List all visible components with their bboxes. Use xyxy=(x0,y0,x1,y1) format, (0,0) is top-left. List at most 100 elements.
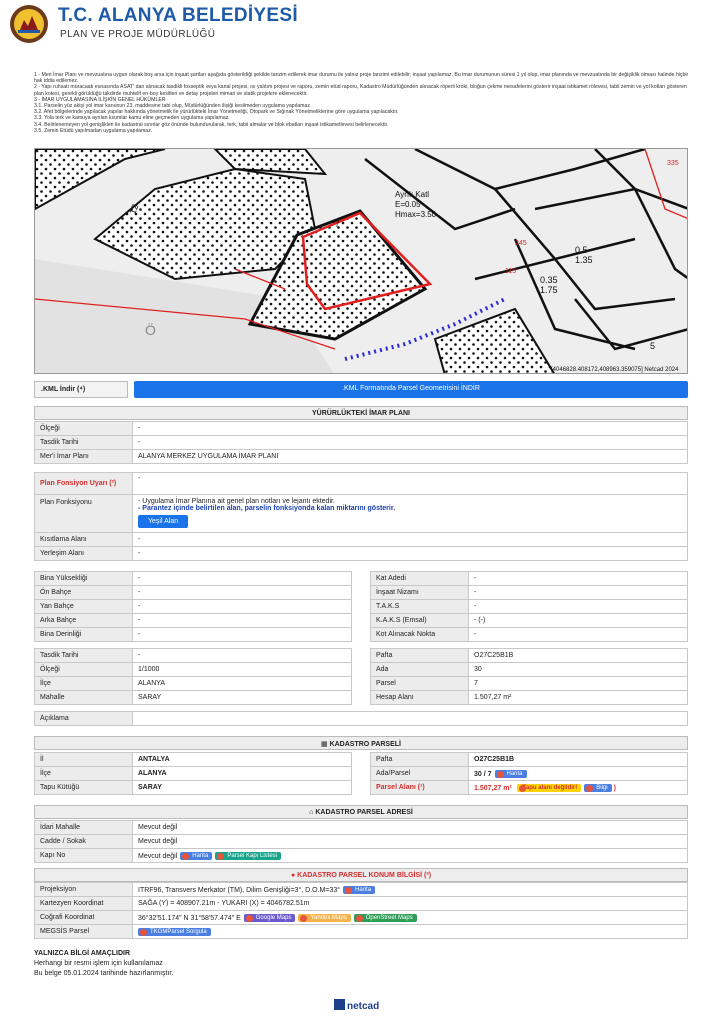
table-row: Kartezyen Koordinat SAĞA (Y) = 408907.21m… xyxy=(34,896,688,911)
netcad-mark-icon xyxy=(334,999,345,1010)
yapi-label: Yan Bahçe xyxy=(34,599,133,614)
google-maps-button[interactable]: Google Maps xyxy=(243,913,296,922)
imar-section-heading: YÜRÜRLÜKTEKİ İMAR PLANI xyxy=(34,406,688,420)
kart-label: Kartezyen Koordinat xyxy=(34,896,133,911)
fonksiyon-uyari-label: Plan Fonsiyon Uyarı (²) xyxy=(40,480,117,487)
alan-close: ) xyxy=(613,784,616,792)
kadastro-right-table: Pafta O27C25B1B Ada/Parsel 30 / 7 Harita Pa… xyxy=(370,752,688,795)
org-title: T.C. ALANYA BELEDİYESİ xyxy=(58,5,298,26)
aciklama-value xyxy=(132,711,688,726)
proj-harita-button[interactable]: Harita xyxy=(343,885,376,894)
table-row: Bina Yüksekliği - xyxy=(34,571,352,586)
table-row: T.A.K.S - xyxy=(370,599,688,614)
yapi-label: Kot Alınacak Nokta xyxy=(370,627,469,642)
il-label: İl xyxy=(34,752,133,767)
ada-label: Ada/Parsel xyxy=(370,766,469,781)
table-row: Kapı No Mevcut değil Harita Parsel Kapı Lis… xyxy=(34,848,688,863)
yandex-maps-button[interactable]: Yandex Maps xyxy=(298,913,351,922)
tapu-label: Tapu Kütüğü xyxy=(34,780,133,795)
table-row: Hesap Alanı 1.507,27 m² xyxy=(370,690,688,705)
map-label-o: Ö xyxy=(145,321,156,338)
table-row: Ön Bahçe - xyxy=(34,585,352,600)
pafta-value: 1.507,27 m² xyxy=(468,690,688,705)
table-row: İnşaat Nizamı - xyxy=(370,585,688,600)
pafta-label: Tasdik Tarihi xyxy=(34,648,133,663)
map-label-emsal: E=0.05 xyxy=(395,200,421,209)
yapi-value: - xyxy=(132,613,352,628)
yesil-alan-button[interactable]: Yeşil Alan xyxy=(138,515,189,528)
pafta-left-table: Tasdik Tarihi - Ölçeği 1/1000 İlçe ALANYA M… xyxy=(34,648,352,705)
map-label-hmax: Hmax=3.50 xyxy=(395,210,437,219)
imar-value: - xyxy=(132,421,688,436)
yapi-value: - xyxy=(132,585,352,600)
yapi-label: Ön Bahçe xyxy=(34,585,133,600)
map-coords: [4046828.408172,408963.359075] Netcad 20… xyxy=(551,367,679,373)
imar-value: ALANYA MERKEZ UYGULAMA İMAR PLANI xyxy=(132,449,688,464)
kadastro-left-table: İl ANTALYA İlçe ALANYA Tapu Kütüğü SARAY xyxy=(34,752,352,795)
bilgi-button[interactable]: Bilgi xyxy=(584,783,612,792)
note-line: 1 - Meri İmar Planı ve mevzuatına uygun … xyxy=(34,72,689,85)
yapi-label: Arka Bahçe xyxy=(34,613,133,628)
table-row: Ölçeği - xyxy=(34,421,688,436)
pafta-label: İlçe xyxy=(34,676,133,691)
pafta-label: Parsel xyxy=(370,676,469,691)
fonksiyon-label: Plan Fonksiyonu xyxy=(34,494,133,533)
imar-label: Tasdik Tarihi xyxy=(34,435,133,450)
adres-value: Mevcut değil xyxy=(138,852,178,860)
aciklama-label: Açıklama xyxy=(34,711,133,726)
page-header: T.C. ALANYA BELEDİYESİ PLAN VE PROJE MÜD… xyxy=(6,4,718,46)
konum-table: Projeksiyon ITRF96, Transvers Merkator (T… xyxy=(34,882,688,939)
adres-value: Mevcut değil xyxy=(132,820,688,835)
adres-label: İdari Mahalle xyxy=(34,820,133,835)
yerlesim-value: - xyxy=(132,546,688,561)
pafta-value: O27C25B1B xyxy=(468,648,688,663)
kml-download-button[interactable]: .KML Formatında Parsel Geometrisini İNDİ… xyxy=(134,381,688,398)
table-row: Cadde / Sokak Mevcut değil xyxy=(34,834,688,849)
yapi-label: Bina Yüksekliği xyxy=(34,571,133,586)
imar-table: Ölçeği - Tasdik Tarihi - Mer'i İmar Plan… xyxy=(34,421,688,464)
kml-download-link[interactable]: .KML İndir (⁴) xyxy=(34,381,128,398)
ada-harita-button[interactable]: Harita xyxy=(494,769,527,778)
yapi-right-table: Kat Adedi - İnşaat Nizamı - T.A.K.S - K.A.K… xyxy=(370,571,688,642)
parcel-map[interactable]: Ayrık Katl E=0.05 Hmax=3.50 12 Ö 7 0.35 … xyxy=(34,148,688,374)
table-row: Plan Fonsiyon Uyarı (²) - xyxy=(34,472,688,495)
table-row: İlçe ALANYA xyxy=(34,766,352,781)
fonksiyon-line2: - Parantez içinde belirtilen alan, parse… xyxy=(138,505,396,512)
pafta-label: Ada xyxy=(370,662,469,677)
kadastro-section-heading: ▦ KADASTRO PARSELİ xyxy=(34,736,688,750)
aciklama-table: Açıklama xyxy=(34,711,688,726)
kml-row: .KML İndir (⁴) .KML Formatında Parsel Ge… xyxy=(34,381,688,398)
pafta-label: Mahalle xyxy=(34,690,133,705)
table-row: Yan Bahçe - xyxy=(34,599,352,614)
yapi-value: - xyxy=(132,571,352,586)
map-canvas: Ayrık Katl E=0.05 Hmax=3.50 12 Ö 7 0.35 … xyxy=(35,149,687,373)
table-row: Ada/Parsel 30 / 7 Harita xyxy=(370,766,688,781)
table-row: Projeksiyon ITRF96, Transvers Merkator (T… xyxy=(34,882,688,897)
yerlesim-label: Yerleşim Alanı xyxy=(34,546,133,561)
table-row: Yerleşim Alanı - xyxy=(34,546,688,561)
note-line: 3.5. Zemin Etüdü yapılmadan uygulama yap… xyxy=(34,127,153,134)
osm-button[interactable]: OpenStreet Maps xyxy=(353,913,417,922)
ada-value: 30 / 7 xyxy=(474,770,492,778)
konum-section-heading: ● KADASTRO PARSEL KONUM BİLGİSİ (³) xyxy=(34,868,688,882)
pafta-label: Ölçeği xyxy=(34,662,133,677)
pafta-right-table: Pafta O27C25B1B Ada 30 Parsel 7 Hesap Alanı… xyxy=(370,648,688,705)
table-row: Pafta O27C25B1B xyxy=(370,752,688,767)
ilce-label: İlçe xyxy=(34,766,133,781)
table-row: Bina Derinliği - xyxy=(34,627,352,642)
imar-value: - xyxy=(132,435,688,450)
map-label-r3: 0.5 xyxy=(575,245,588,255)
ilce-value: ALANYA xyxy=(132,766,352,781)
table-row: Plan Fonksiyonu - Uygulama İmar Planına … xyxy=(34,494,688,533)
megsis-button[interactable]: TKGMParsel Sorgula xyxy=(138,927,211,936)
map-label-n4: 5 xyxy=(650,341,655,351)
yapi-value: - (-) xyxy=(468,613,688,628)
yapi-value: - xyxy=(468,585,688,600)
kapi-listesi-button[interactable]: Parsel Kapı Listesi xyxy=(215,851,282,860)
kapi-harita-button[interactable]: Harita xyxy=(180,851,213,860)
map-label-n2: 245 xyxy=(515,240,527,247)
pafta-label: Hesap Alanı xyxy=(370,690,469,705)
alan-label: Parsel Alanı (¹) xyxy=(376,784,425,791)
netcad-brand: netcad xyxy=(347,1001,380,1012)
table-row: Parsel Alanı (¹) 1.507,27 m² (Tapu alanı … xyxy=(370,780,688,795)
